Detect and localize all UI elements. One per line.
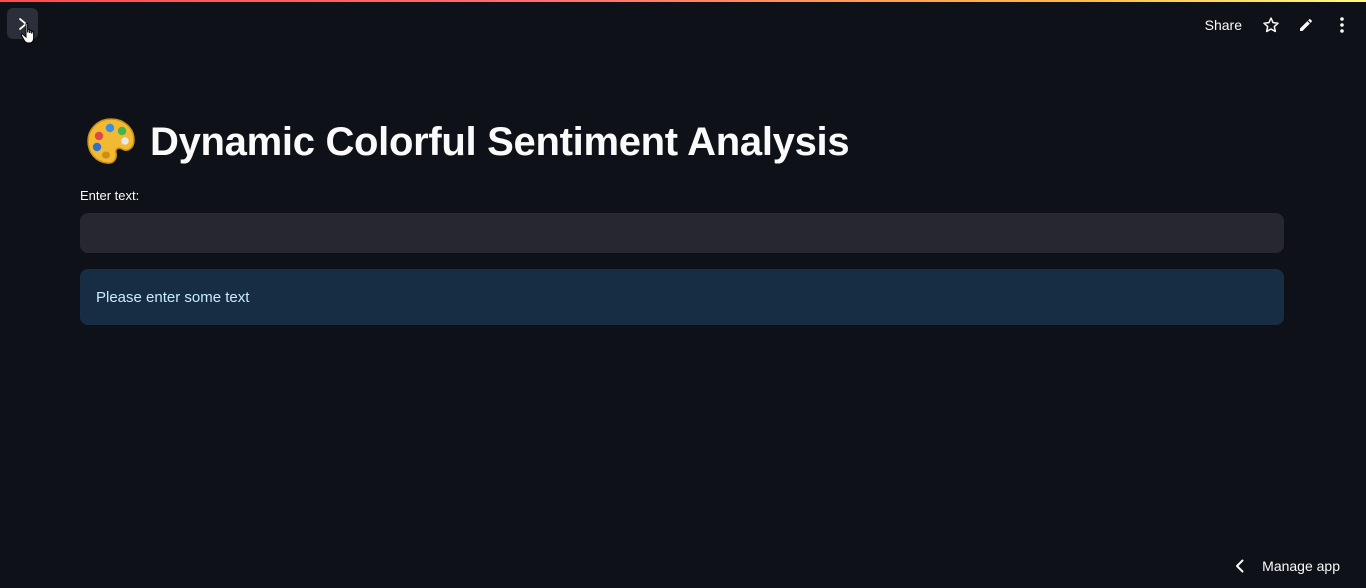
chevron-left-icon xyxy=(1236,559,1244,573)
manage-app-label: Manage app xyxy=(1262,558,1340,574)
title-row: Dynamic Colorful Sentiment Analysis xyxy=(80,112,1284,172)
pencil-icon[interactable] xyxy=(1296,15,1316,35)
app-window: Share Dynamic Colorful Sentiment Analysi… xyxy=(0,0,1366,588)
main-content: Dynamic Colorful Sentiment Analysis Ente… xyxy=(80,112,1284,325)
palette-icon xyxy=(87,118,135,164)
manage-app-button[interactable]: Manage app xyxy=(1232,554,1340,578)
kebab-menu-icon[interactable] xyxy=(1332,15,1352,35)
header-decoration-bar xyxy=(0,0,1366,2)
star-icon[interactable] xyxy=(1261,15,1281,35)
hand-cursor-icon xyxy=(20,22,35,44)
info-alert-message: Please enter some text xyxy=(96,288,250,306)
info-alert: Please enter some text xyxy=(80,269,1284,325)
text-input-label: Enter text: xyxy=(80,188,140,203)
text-input[interactable] xyxy=(80,213,1284,253)
share-button[interactable]: Share xyxy=(1205,17,1242,33)
page-title: Dynamic Colorful Sentiment Analysis xyxy=(150,119,850,164)
header-toolbar: Share xyxy=(1205,12,1366,38)
